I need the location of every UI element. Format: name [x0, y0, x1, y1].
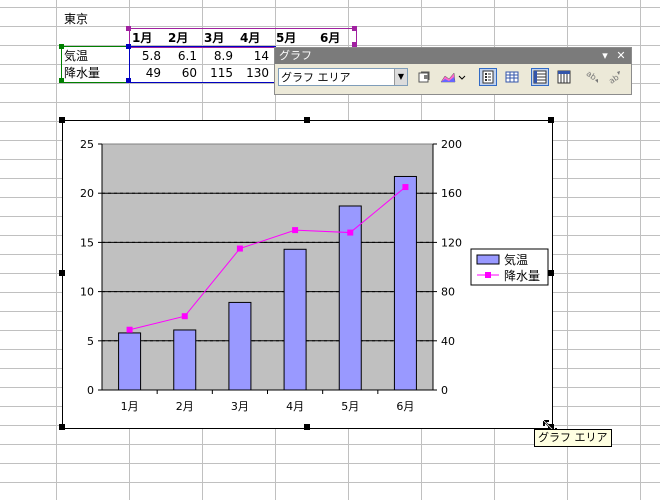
x-tick-label: 4月	[286, 400, 304, 413]
precipitation-cell[interactable]: 115	[202, 64, 233, 83]
chart-object-select[interactable]: グラフ エリア ▼	[278, 68, 408, 86]
month-header-2[interactable]: 2月	[168, 30, 188, 47]
y-tick-label: 0	[87, 384, 94, 397]
chart-type-icon[interactable]	[439, 68, 467, 86]
chart-area[interactable]: 0 5 10 15 20 25 0 40 80 120 160 200 1月 2月 3月 4月 5月 6月 気温降水…	[62, 120, 553, 429]
point-precipitation	[402, 184, 409, 191]
toolbar-titlebar[interactable]: グラフ ▾ ✕	[275, 48, 631, 64]
precipitation-cell[interactable]: 130	[238, 64, 269, 83]
format-selected-object-icon[interactable]	[415, 68, 433, 86]
chart-resize-handle[interactable]	[548, 117, 554, 123]
legend-label-temperature: 気温	[504, 252, 528, 267]
chart-resize-handle[interactable]	[59, 117, 65, 123]
legend-icon[interactable]	[479, 68, 497, 86]
chart-object-select-value: グラフ エリア	[281, 71, 351, 84]
legend-swatch-temperature	[476, 254, 500, 265]
by-column-icon[interactable]	[555, 68, 573, 86]
chart-resize-handle[interactable]	[304, 424, 310, 430]
x-tick-label: 3月	[231, 400, 249, 413]
chart-resize-handle[interactable]	[59, 424, 65, 430]
bar-temperature[interactable]	[118, 332, 142, 391]
x-tick-label: 6月	[396, 400, 414, 413]
x-tick-label: 5月	[341, 400, 359, 413]
angle-text-upward-icon[interactable]: ab	[605, 68, 623, 86]
y-tick-label: 25	[80, 138, 94, 151]
y2-tick-label: 200	[441, 138, 462, 151]
toolbar-title: グラフ	[279, 49, 312, 62]
y-tick-label: 10	[80, 286, 94, 299]
point-precipitation	[181, 313, 188, 320]
close-icon[interactable]: ✕	[614, 48, 628, 64]
selection-handle[interactable]	[59, 44, 64, 49]
y2-tick-label: 120	[441, 236, 462, 249]
point-precipitation	[126, 326, 133, 333]
by-row-icon[interactable]	[531, 68, 549, 86]
chevron-down-icon[interactable]: ▼	[394, 69, 407, 85]
legend-label-precipitation: 降水量	[504, 269, 540, 283]
month-header-1[interactable]: 1月	[132, 30, 152, 47]
selection-handle[interactable]	[59, 78, 64, 83]
y-tick-label: 5	[87, 335, 94, 348]
chart-toolbar[interactable]: グラフ ▾ ✕ グラフ エリア ▼ ab ab	[274, 47, 632, 95]
y2-tick-label: 40	[441, 335, 455, 348]
point-precipitation	[347, 229, 354, 236]
month-header-5[interactable]: 5月	[276, 30, 296, 47]
point-precipitation	[292, 227, 299, 234]
x-tick-label: 1月	[121, 400, 139, 413]
x-tick-label: 2月	[176, 400, 194, 413]
chart-tooltip: グラフ エリア	[534, 429, 612, 447]
month-header-3[interactable]: 3月	[204, 30, 224, 47]
y2-tick-label: 80	[441, 286, 455, 299]
point-precipitation	[236, 245, 243, 252]
month-header-6[interactable]: 6月	[320, 30, 340, 47]
selection-handle[interactable]	[126, 26, 131, 31]
precipitation-cell[interactable]: 49	[130, 64, 161, 83]
svg-text:ab: ab	[607, 73, 620, 86]
sheet-title-cell[interactable]: 東京	[64, 10, 88, 29]
bar-temperature[interactable]	[228, 301, 252, 391]
plot-area[interactable]	[101, 143, 434, 391]
month-header-4[interactable]: 4月	[240, 30, 260, 47]
chart-resize-handle[interactable]	[59, 270, 65, 276]
y2-tick-label: 0	[441, 384, 448, 397]
y-tick-label: 15	[80, 236, 94, 249]
bar-temperature[interactable]	[283, 248, 307, 391]
data-table-icon[interactable]	[503, 68, 521, 86]
angle-text-downward-icon[interactable]: ab	[583, 68, 601, 86]
dropdown-arrow-icon[interactable]: ▾	[598, 48, 612, 64]
combo-chart[interactable]: 0 5 10 15 20 25 0 40 80 120 160 200 1月 2月 3月 4月 5月 6月 気温降水…	[63, 121, 552, 428]
precipitation-cell[interactable]: 60	[166, 64, 197, 83]
legend-marker-precipitation	[485, 272, 491, 278]
bar-temperature[interactable]	[393, 175, 417, 391]
row-label-precipitation[interactable]: 降水量	[64, 64, 100, 83]
chart-resize-handle[interactable]	[304, 117, 310, 123]
y-tick-label: 20	[80, 187, 94, 200]
chart-resize-handle[interactable]	[548, 270, 554, 276]
selection-handle[interactable]	[352, 26, 357, 31]
y2-tick-label: 160	[441, 187, 462, 200]
bar-temperature[interactable]	[173, 329, 197, 391]
